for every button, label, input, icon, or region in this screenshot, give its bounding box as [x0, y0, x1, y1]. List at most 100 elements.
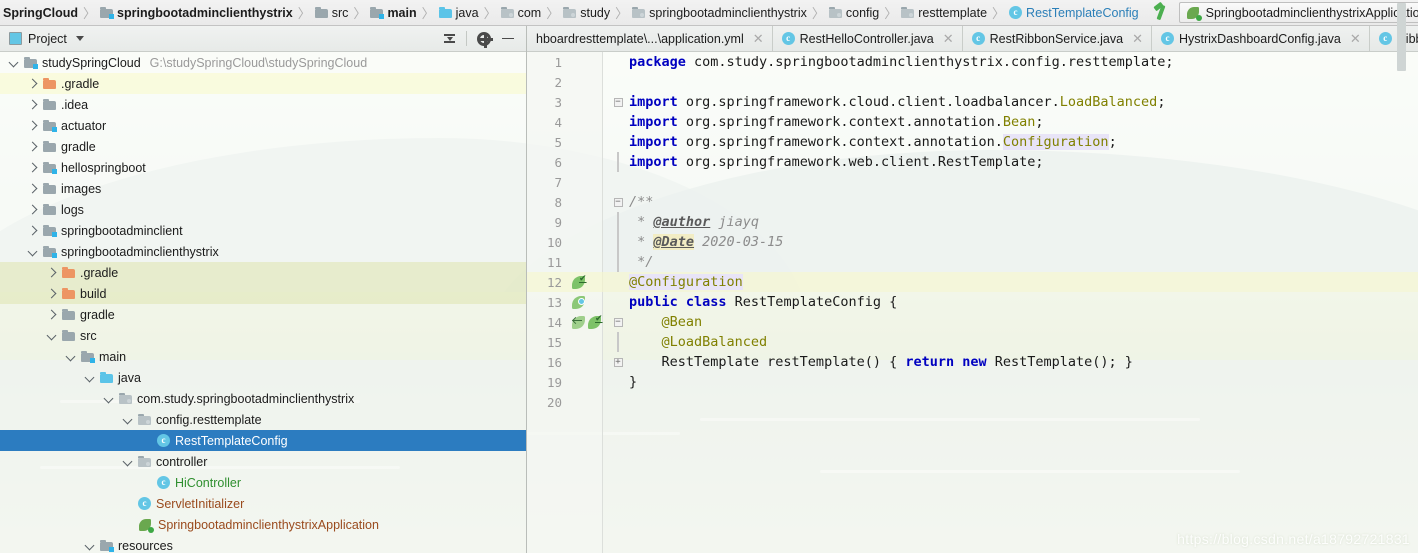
tree-expand-toggle-icon[interactable]	[65, 351, 76, 362]
code-fold-toggle[interactable]	[610, 212, 626, 232]
project-panel-title[interactable]: Project	[0, 32, 84, 46]
tree-expand-toggle-icon[interactable]	[84, 540, 95, 551]
breadcrumb-item-study[interactable]: study	[560, 0, 614, 25]
panel-splitter[interactable]	[526, 26, 527, 553]
tree-node[interactable]: build	[0, 283, 527, 304]
tree-node[interactable]: .idea	[0, 94, 527, 115]
tree-expand-toggle-icon[interactable]	[27, 162, 38, 173]
code-fold-toggle[interactable]: −	[610, 97, 626, 107]
tree-expand-toggle-icon[interactable]	[27, 183, 38, 194]
tree-node[interactable]: springbootadminclienthystrix	[0, 241, 527, 262]
code-fold-toggle[interactable]	[610, 232, 626, 252]
close-icon[interactable]: ✕	[1132, 31, 1143, 47]
code-editor[interactable]: 1 package com.study.springbootadminclient…	[527, 52, 1418, 553]
collapse-all-icon[interactable]	[438, 28, 460, 50]
code-line: 1 package com.study.springbootadminclient…	[527, 52, 1418, 72]
tree-expand-toggle-icon[interactable]	[122, 414, 133, 425]
tree-expand-toggle-icon[interactable]	[27, 225, 38, 236]
spring-bean-check-icon[interactable]: ✔	[572, 274, 587, 289]
tree-node[interactable]: springbootadminclient	[0, 220, 527, 241]
tree-expand-toggle-icon[interactable]	[103, 393, 114, 404]
close-icon[interactable]: ✕	[1350, 31, 1361, 47]
tree-node[interactable]: c HiController	[0, 472, 527, 493]
close-icon[interactable]: ✕	[943, 31, 954, 47]
tree-node[interactable]: controller	[0, 451, 527, 472]
code-fold-toggle[interactable]	[610, 252, 626, 272]
tree-node-label: springbootadminclienthystrix	[61, 244, 219, 259]
tree-expand-toggle-icon[interactable]	[27, 141, 38, 152]
tree-node[interactable]: com.study.springbootadminclienthystrix	[0, 388, 527, 409]
minimize-icon[interactable]	[497, 28, 519, 50]
tree-node[interactable]: main	[0, 346, 527, 367]
tree-node[interactable]: gradle	[0, 304, 527, 325]
code-token: /**	[629, 194, 654, 210]
tree-expand-toggle-icon[interactable]	[46, 267, 57, 278]
gutter-icons	[570, 295, 610, 309]
tree-node[interactable]: config.resttemplate	[0, 409, 527, 430]
tree-node[interactable]: images	[0, 178, 527, 199]
gear-icon[interactable]	[473, 28, 495, 50]
spring-bean-icon[interactable]	[572, 295, 586, 309]
editor-tab[interactable]: hboardresttemplate\...\application.yml ✕	[527, 26, 773, 51]
project-tree-scrollbar[interactable]	[1397, 3, 1406, 71]
tree-expand-toggle-icon[interactable]	[46, 330, 57, 341]
tree-expand-toggle-icon[interactable]	[27, 204, 38, 215]
tree-expand-toggle-icon[interactable]	[27, 246, 38, 257]
breadcrumb-item-label: RestTemplateConfig	[1026, 5, 1139, 20]
tree-node[interactable]: hellospringboot	[0, 157, 527, 178]
spring-bean-check-icon[interactable]: ✔	[588, 314, 603, 329]
editor-tab[interactable]: c RestHelloController.java ✕	[773, 26, 963, 51]
tree-node-label: logs	[61, 202, 84, 217]
breadcrumb-item-springbootadminclienthystrix[interactable]: springbootadminclienthystrix	[97, 0, 297, 25]
project-tree[interactable]: studySpringCloud G:\studySpringCloud\stud…	[0, 52, 527, 553]
code-fold-toggle[interactable]	[610, 332, 626, 352]
code-fold-toggle[interactable]: −	[610, 317, 626, 327]
breadcrumb-item-com[interactable]: com	[498, 0, 546, 25]
tree-expand-toggle-icon[interactable]	[8, 57, 19, 68]
tree-node[interactable]: gradle	[0, 136, 527, 157]
breadcrumb-item-springcloud[interactable]: SpringCloud	[0, 0, 82, 25]
code-fold-toggle[interactable]: +	[610, 357, 626, 367]
tree-node[interactable]: resources	[0, 535, 527, 553]
tree-expand-toggle-icon[interactable]	[122, 456, 133, 467]
tree-expand-toggle-icon[interactable]	[84, 372, 95, 383]
editor-tab[interactable]: c HystrixDashboardConfig.java ✕	[1152, 26, 1370, 51]
tree-expand-toggle-icon[interactable]	[27, 120, 38, 131]
chevron-down-icon[interactable]	[75, 36, 84, 41]
tree-node[interactable]: src	[0, 325, 527, 346]
tree-expand-toggle-icon[interactable]	[27, 78, 38, 89]
code-line: 13 public class RestTemplateConfig {	[527, 292, 1418, 312]
tree-node[interactable]: actuator	[0, 115, 527, 136]
breadcrumb-item-config[interactable]: config	[826, 0, 883, 25]
module-folder-icon	[100, 7, 115, 19]
tree-node[interactable]: java	[0, 367, 527, 388]
spring-navigate-icon[interactable]	[572, 315, 586, 329]
editor-tabbar[interactable]: hboardresttemplate\...\application.yml ✕ c…	[527, 26, 1418, 52]
code-fold-toggle[interactable]	[610, 152, 626, 172]
tree-node[interactable]: SpringbootadminclienthystrixApplication	[0, 514, 527, 535]
tree-node[interactable]: .gradle	[0, 73, 527, 94]
hammer-icon[interactable]	[1152, 3, 1170, 23]
breadcrumb-item-resttemplateconfig[interactable]: c RestTemplateConfig	[1006, 0, 1143, 25]
tree-node[interactable]: studySpringCloud G:\studySpringCloud\stud…	[0, 52, 527, 73]
tree-expand-toggle-icon[interactable]	[46, 309, 57, 320]
tree-node[interactable]: .gradle	[0, 262, 527, 283]
code-token: com.study.springbootadminclienthystrix.c…	[694, 54, 1174, 70]
code-text: * @Date 2020-03-15	[626, 234, 783, 250]
tree-node[interactable]: c ServletInitializer	[0, 493, 527, 514]
tree-expand-toggle-icon[interactable]	[46, 288, 57, 299]
tree-expand-toggle-icon[interactable]	[27, 99, 38, 110]
editor-tab[interactable]: cRibbon	[1370, 26, 1418, 51]
breadcrumb-item-main[interactable]: main	[367, 0, 420, 25]
breadcrumb-item-java[interactable]: java	[436, 0, 483, 25]
tree-node[interactable]: logs	[0, 199, 527, 220]
editor-tab[interactable]: c RestRibbonService.java ✕	[963, 26, 1152, 51]
code-fold-toggle[interactable]: −	[610, 197, 626, 207]
breadcrumb-item-src[interactable]: src	[312, 0, 353, 25]
breadcrumb-item-springbootadminclienthystrix[interactable]: springbootadminclienthystrix	[629, 0, 811, 25]
breadcrumb-item-resttemplate[interactable]: resttemplate	[898, 0, 991, 25]
tree-node-selected[interactable]: c RestTemplateConfig	[0, 430, 527, 451]
close-icon[interactable]: ✕	[753, 31, 764, 47]
run-configuration-selector[interactable]: SpringbootadminclienthystrixApplication	[1178, 2, 1418, 23]
